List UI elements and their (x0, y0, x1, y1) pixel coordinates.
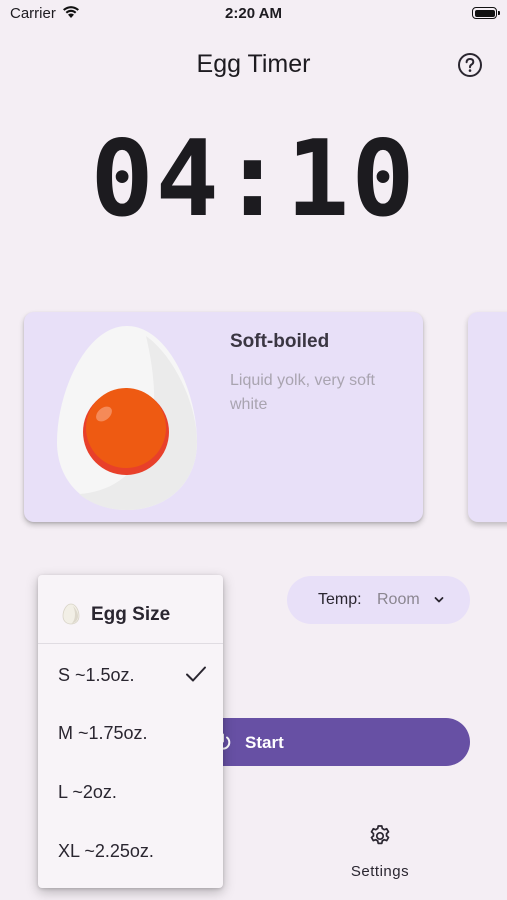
status-time: 2:20 AM (225, 5, 282, 22)
menu-item-size-m[interactable]: M ~1.75oz. (38, 703, 223, 761)
soft-boiled-egg-illustration (56, 324, 198, 517)
status-bar: Carrier 2:20 AM (0, 0, 507, 28)
menu-item-label: M ~1.75oz. (58, 723, 148, 743)
egg-type-card-soft-boiled[interactable]: Soft-boiled Liquid yolk, very soft white (24, 312, 423, 522)
start-button[interactable]: Start (190, 718, 470, 766)
egg-size-menu-title: Egg Size (91, 604, 171, 625)
temperature-dropdown[interactable]: Temp: Room (287, 576, 470, 624)
gear-icon (368, 824, 392, 853)
menu-item-size-xl[interactable]: XL ~2.25oz. (38, 821, 223, 879)
egg-size-menu: Egg Size S ~1.5oz. M ~1.75oz. L ~2oz. XL… (38, 575, 223, 888)
menu-item-size-s[interactable]: S ~1.5oz. (38, 645, 223, 703)
menu-item-size-l[interactable]: L ~2oz. (38, 762, 223, 820)
egg-icon (62, 603, 80, 630)
menu-item-label: S ~1.5oz. (58, 665, 135, 685)
settings-button[interactable]: Settings (340, 822, 420, 882)
checkmark-icon (185, 665, 207, 688)
question-circle-icon[interactable] (457, 52, 483, 78)
start-label: Start (245, 733, 284, 752)
card-title: Soft-boiled (230, 331, 330, 352)
timer-display: 04:10 (90, 118, 417, 240)
egg-size-menu-header: Egg Size (38, 575, 223, 644)
card-description: Liquid yolk, very soft white (230, 372, 375, 413)
menu-item-label: XL ~2.25oz. (58, 841, 154, 861)
next-egg-type-card[interactable] (468, 312, 507, 522)
chevron-down-icon (433, 593, 445, 611)
temperature-label: Temp: (318, 591, 362, 608)
page-title: Egg Timer (196, 50, 311, 78)
settings-label: Settings (350, 863, 410, 880)
battery-icon (472, 7, 500, 19)
temperature-value: Room (377, 591, 420, 608)
menu-item-label: L ~2oz. (58, 782, 117, 802)
